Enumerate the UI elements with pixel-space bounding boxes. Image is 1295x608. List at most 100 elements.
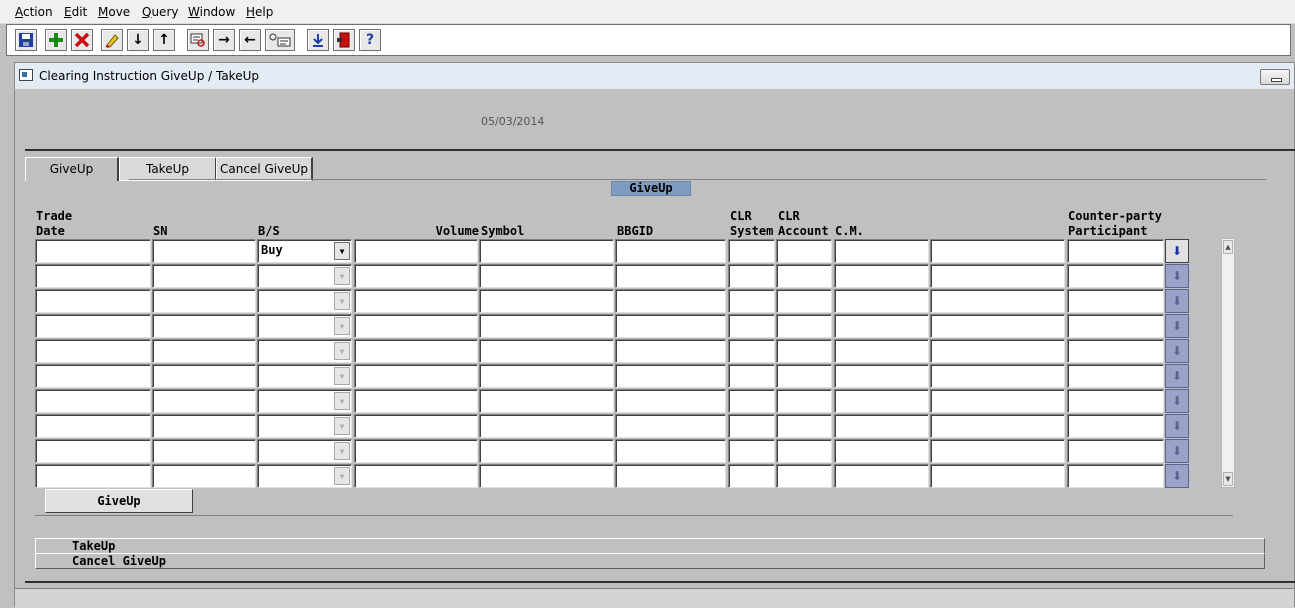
clr-account-field[interactable] <box>776 264 832 288</box>
lov-download-icon[interactable]: ⬇ <box>1165 414 1189 438</box>
counterparty-field[interactable] <box>1067 389 1164 413</box>
next-record-icon[interactable]: ↓ <box>127 29 149 51</box>
minimize-button[interactable] <box>1260 69 1290 85</box>
takeup-section-row[interactable]: TakeUp <box>35 538 1265 554</box>
add-record-icon[interactable] <box>45 29 67 51</box>
extra-field[interactable] <box>930 314 1065 338</box>
chevron-down-icon[interactable]: ▼ <box>334 267 350 285</box>
counterparty-field[interactable] <box>1067 439 1164 463</box>
bs-select[interactable]: ▼ <box>257 414 352 438</box>
cancel-giveup-section-row[interactable]: Cancel GiveUp <box>35 553 1265 569</box>
extra-field[interactable] <box>930 439 1065 463</box>
lov-download-icon[interactable]: ⬇ <box>1165 364 1189 388</box>
clr-system-field[interactable] <box>728 364 775 388</box>
symbol-field[interactable] <box>479 264 614 288</box>
exit-icon[interactable] <box>333 29 355 51</box>
sn-field[interactable] <box>152 464 256 488</box>
chevron-down-icon[interactable]: ▼ <box>334 442 350 460</box>
chevron-down-icon[interactable]: ▼ <box>334 367 350 385</box>
trade-date-field[interactable] <box>35 239 151 263</box>
bs-select[interactable]: ▼ <box>257 389 352 413</box>
volume-field[interactable] <box>354 464 478 488</box>
chevron-down-icon[interactable]: ▼ <box>334 467 350 485</box>
clr-system-field[interactable] <box>728 414 775 438</box>
chevron-down-icon[interactable]: ▼ <box>334 417 350 435</box>
bbgid-field[interactable] <box>615 264 726 288</box>
scroll-up-icon[interactable]: ▲ <box>1223 240 1233 254</box>
next-block-icon[interactable]: → <box>213 29 235 51</box>
counterparty-field[interactable] <box>1067 464 1164 488</box>
clr-system-field[interactable] <box>728 239 775 263</box>
download-icon[interactable] <box>307 29 329 51</box>
clr-account-field[interactable] <box>776 389 832 413</box>
trade-date-field[interactable] <box>35 314 151 338</box>
extra-field[interactable] <box>930 364 1065 388</box>
bs-select[interactable]: ▼ <box>257 314 352 338</box>
volume-field[interactable] <box>354 414 478 438</box>
clr-account-field[interactable] <box>776 289 832 313</box>
bbgid-field[interactable] <box>615 389 726 413</box>
scroll-down-icon[interactable]: ▼ <box>1223 472 1233 486</box>
lov-download-icon[interactable]: ⬇ <box>1165 264 1189 288</box>
volume-field[interactable] <box>354 314 478 338</box>
clr-account-field[interactable] <box>776 414 832 438</box>
cm-field[interactable] <box>834 389 929 413</box>
previous-record-icon[interactable]: ↑ <box>153 29 175 51</box>
clr-account-field[interactable] <box>776 439 832 463</box>
menu-edit[interactable]: Edit <box>64 5 87 19</box>
menu-query[interactable]: Query <box>142 5 178 19</box>
trade-date-field[interactable] <box>35 264 151 288</box>
trade-date-field[interactable] <box>35 389 151 413</box>
clr-account-field[interactable] <box>776 239 832 263</box>
bbgid-field[interactable] <box>615 414 726 438</box>
volume-field[interactable] <box>354 439 478 463</box>
clr-system-field[interactable] <box>728 389 775 413</box>
volume-field[interactable] <box>354 389 478 413</box>
cm-field[interactable] <box>834 264 929 288</box>
previous-block-icon[interactable]: ← <box>239 29 261 51</box>
cm-field[interactable] <box>834 314 929 338</box>
volume-field[interactable] <box>354 289 478 313</box>
symbol-field[interactable] <box>479 314 614 338</box>
list-of-values-icon[interactable] <box>265 29 295 51</box>
trade-date-field[interactable] <box>35 289 151 313</box>
counterparty-field[interactable] <box>1067 414 1164 438</box>
volume-field[interactable] <box>354 239 478 263</box>
bs-select[interactable]: ▼ <box>257 289 352 313</box>
extra-field[interactable] <box>930 264 1065 288</box>
sn-field[interactable] <box>152 239 256 263</box>
sn-field[interactable] <box>152 364 256 388</box>
chevron-down-icon[interactable]: ▼ <box>334 392 350 410</box>
bs-select[interactable]: Buy ▼ <box>257 239 352 263</box>
help-icon[interactable]: ? <box>359 29 381 51</box>
lov-download-icon[interactable]: ⬇ <box>1165 389 1189 413</box>
sn-field[interactable] <box>152 339 256 363</box>
lov-download-icon[interactable]: ⬇ <box>1165 439 1189 463</box>
clr-system-field[interactable] <box>728 264 775 288</box>
chevron-down-icon[interactable]: ▼ <box>334 317 350 335</box>
counterparty-field[interactable] <box>1067 239 1164 263</box>
symbol-field[interactable] <box>479 289 614 313</box>
counterparty-field[interactable] <box>1067 339 1164 363</box>
lov-download-icon[interactable]: ⬇ <box>1165 239 1189 263</box>
tab-takeup[interactable]: TakeUp <box>119 157 217 181</box>
bbgid-field[interactable] <box>615 314 726 338</box>
chevron-down-icon[interactable]: ▼ <box>334 342 350 360</box>
sn-field[interactable] <box>152 414 256 438</box>
counterparty-field[interactable] <box>1067 314 1164 338</box>
counterparty-field[interactable] <box>1067 289 1164 313</box>
grid-scrollbar[interactable]: ▲ ▼ <box>1221 238 1235 488</box>
clr-system-field[interactable] <box>728 439 775 463</box>
lov-download-icon[interactable]: ⬇ <box>1165 339 1189 363</box>
clr-account-field[interactable] <box>776 314 832 338</box>
menu-move[interactable]: Move <box>98 5 130 19</box>
extra-field[interactable] <box>930 339 1065 363</box>
clr-system-field[interactable] <box>728 339 775 363</box>
symbol-field[interactable] <box>479 464 614 488</box>
cm-field[interactable] <box>834 239 929 263</box>
bs-select[interactable]: ▼ <box>257 339 352 363</box>
cm-field[interactable] <box>834 289 929 313</box>
symbol-field[interactable] <box>479 389 614 413</box>
bbgid-field[interactable] <box>615 364 726 388</box>
bs-select[interactable]: ▼ <box>257 439 352 463</box>
